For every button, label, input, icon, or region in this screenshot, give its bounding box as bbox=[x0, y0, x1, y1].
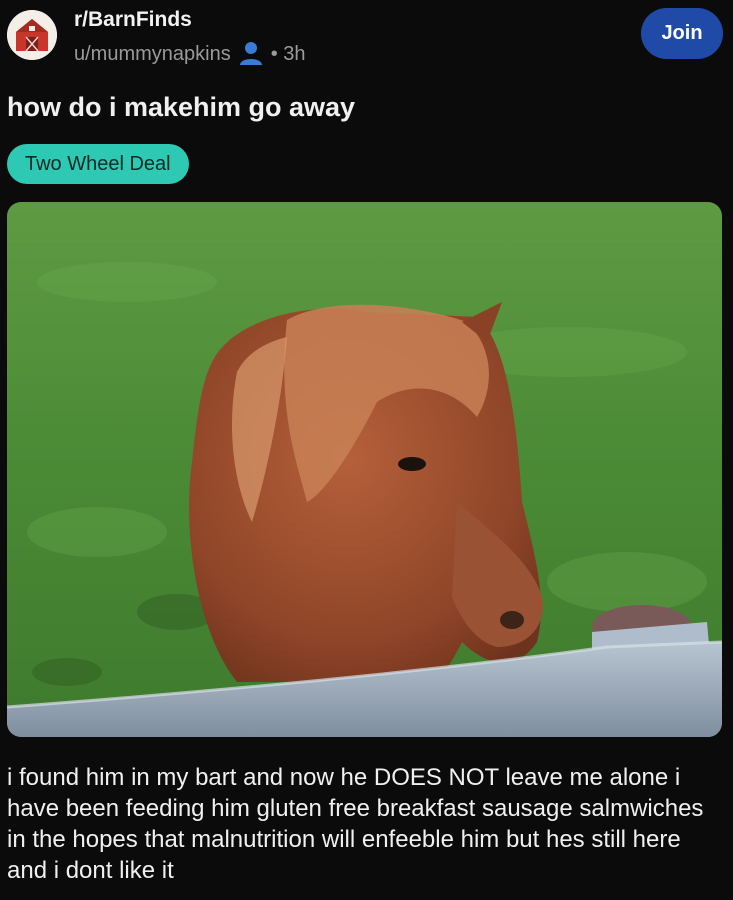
post-image[interactable] bbox=[7, 202, 722, 737]
post-header: r/BarnFinds u/mummynapkins • 3h Join bbox=[0, 0, 733, 80]
post-meta: u/mummynapkins • 3h bbox=[74, 41, 306, 67]
post-title[interactable]: how do i makehim go away bbox=[7, 92, 355, 123]
barn-icon bbox=[7, 10, 57, 60]
join-button[interactable]: Join bbox=[641, 8, 723, 59]
post-flair[interactable]: Two Wheel Deal bbox=[7, 144, 189, 184]
author-name[interactable]: u/mummynapkins bbox=[74, 43, 231, 66]
subreddit-name[interactable]: r/BarnFinds bbox=[74, 8, 192, 32]
post-time: • 3h bbox=[270, 42, 306, 65]
user-icon bbox=[239, 42, 262, 65]
pony-photo bbox=[7, 202, 722, 737]
subreddit-avatar[interactable] bbox=[7, 10, 57, 60]
post-body: i found him in my bart and now he DOES N… bbox=[7, 764, 704, 884]
